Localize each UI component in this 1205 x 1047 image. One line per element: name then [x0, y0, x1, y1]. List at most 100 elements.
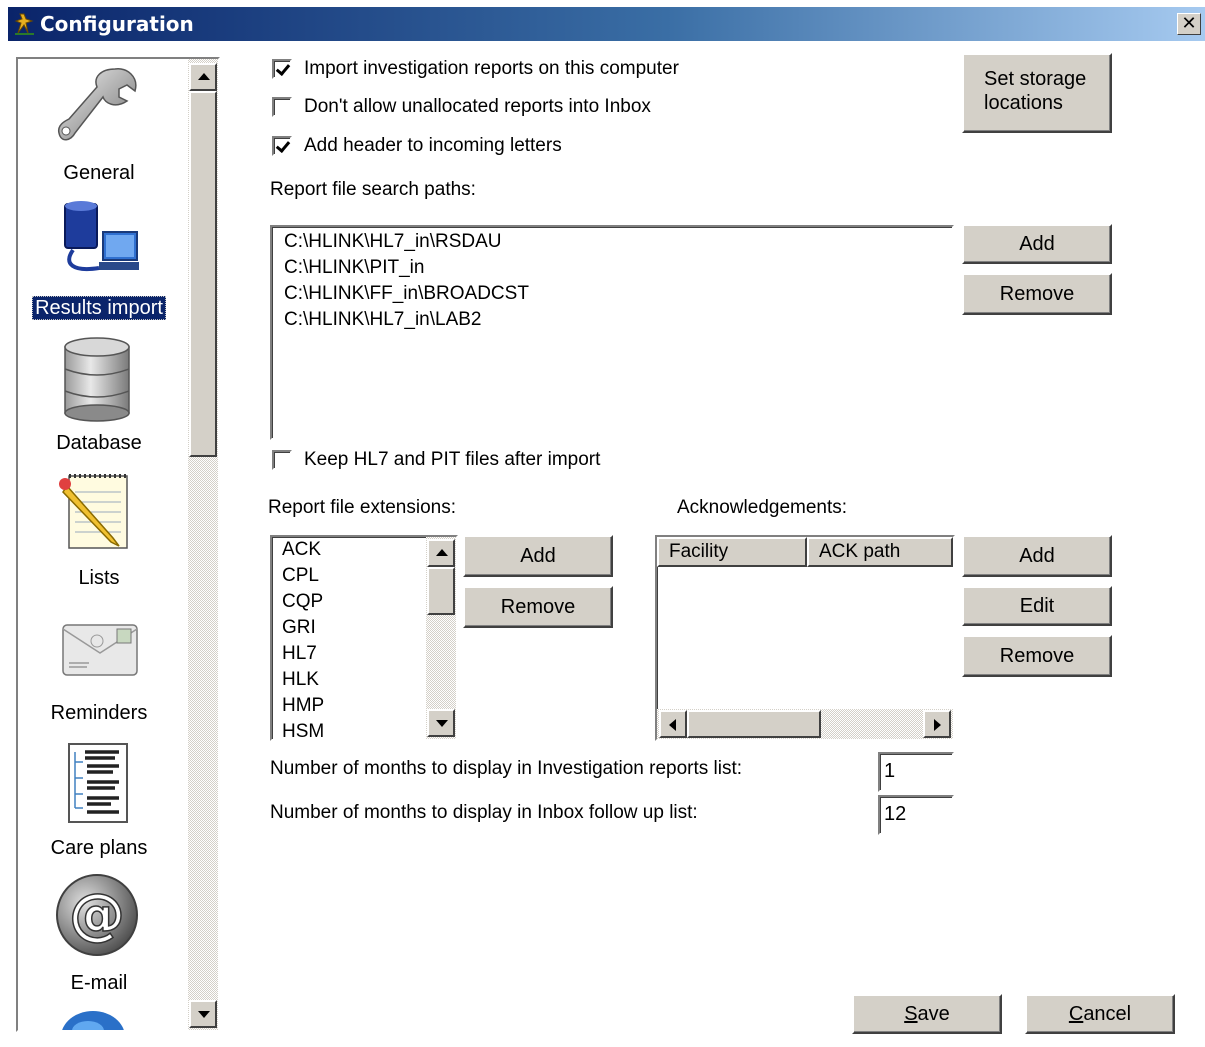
cancel-label-rest: ancel	[1083, 1002, 1132, 1025]
extensions-scrollbar[interactable]	[426, 537, 456, 739]
acknowledgements-table[interactable]: Facility ACK path	[655, 535, 955, 741]
close-icon: ✕	[1181, 13, 1197, 33]
search-path-item[interactable]: C:\HLINK\PIT_in	[284, 257, 424, 279]
scroll-right-button[interactable]	[923, 710, 951, 738]
import-reports-option[interactable]: Import investigation reports on this com…	[272, 56, 679, 82]
sidebar-item-results-import[interactable]: Results import	[18, 194, 188, 327]
search-paths-label: Report file search paths:	[270, 179, 476, 200]
add-extension-button[interactable]: Add	[463, 535, 613, 577]
cancel-accelerator: C	[1068, 1002, 1084, 1025]
sidebar-item-email[interactable]: @ E-mail	[18, 869, 188, 1002]
sidebar-item-care-plans[interactable]: Care plans	[18, 734, 188, 867]
app-logo-icon	[14, 13, 34, 35]
scroll-up-button[interactable]	[427, 539, 455, 567]
column-header-ack-path[interactable]: ACK path	[807, 537, 953, 567]
investigation-months-field[interactable]: 1	[878, 752, 954, 792]
no-unallocated-checkbox[interactable]	[272, 97, 292, 117]
sidebar-item-label: Results import	[18, 296, 180, 320]
extensions-label: Report file extensions:	[268, 497, 456, 518]
keep-files-checkbox[interactable]	[272, 450, 292, 470]
remove-acknowledgement-button[interactable]: Remove	[962, 635, 1112, 677]
remove-extension-button[interactable]: Remove	[463, 586, 613, 628]
extension-item[interactable]: CQP	[282, 591, 323, 613]
scroll-down-button[interactable]	[189, 1000, 217, 1028]
no-unallocated-option[interactable]: Don't allow unallocated reports into Inb…	[272, 94, 651, 120]
edit-acknowledgement-button[interactable]: Edit	[962, 586, 1112, 626]
computer-database-icon	[64, 201, 139, 271]
remove-search-path-button[interactable]: Remove	[962, 273, 1112, 315]
selected-label: Results import	[32, 296, 166, 320]
arrow-up-icon	[436, 549, 448, 556]
sidebar-item-label: Lists	[78, 567, 120, 589]
category-list: General Results import Database Lists Re…	[18, 59, 188, 1030]
at-sign-icon: @	[56, 874, 138, 956]
database-icon	[64, 337, 130, 422]
sidebar-scrollbar[interactable]	[188, 59, 218, 1030]
cancel-button[interactable]: Cancel	[1025, 994, 1175, 1034]
acknowledgements-label: Acknowledgements:	[677, 497, 848, 518]
set-storage-line1: Set storage	[984, 68, 1087, 90]
sidebar-item-lists[interactable]: Lists	[18, 464, 188, 597]
extension-item[interactable]: HMP	[282, 695, 324, 717]
sidebar-item-label: Care plans	[50, 837, 148, 859]
extension-item[interactable]: CPL	[282, 565, 319, 587]
sidebar-item-label: Reminders	[50, 702, 148, 724]
extension-item[interactable]: ACK	[282, 539, 321, 561]
save-accelerator: S	[904, 1002, 918, 1025]
arrow-right-icon	[934, 719, 941, 731]
extensions-list[interactable]: ACK CPL CQP GRI HL7 HLK HMP HSM	[270, 535, 458, 741]
save-label-rest: ave	[917, 1002, 950, 1025]
search-path-item[interactable]: C:\HLINK\HL7_in\LAB2	[284, 309, 482, 331]
sidebar-item-general[interactable]: General	[18, 59, 188, 192]
cancel-label: Cancel	[1069, 1003, 1131, 1026]
sidebar-item-reminders[interactable]: Reminders	[18, 599, 188, 732]
import-reports-checkbox[interactable]	[272, 59, 292, 79]
notepad-pencil-icon	[59, 474, 128, 549]
extension-item[interactable]: HSM	[282, 721, 324, 739]
no-unallocated-label: Don't allow unallocated reports into Inb…	[304, 96, 651, 117]
extension-item[interactable]: HLK	[282, 669, 319, 691]
document-tree-icon	[68, 743, 128, 823]
import-reports-label: Import investigation reports on this com…	[304, 58, 679, 79]
add-header-checkbox[interactable]	[272, 136, 292, 156]
search-path-item[interactable]: C:\HLINK\FF_in\BROADCST	[284, 283, 529, 305]
acknowledgements-hscrollbar[interactable]	[657, 709, 953, 739]
window-title: Configuration	[40, 12, 194, 36]
title-bar: Configuration ✕	[8, 7, 1205, 41]
sidebar-item-database[interactable]: Database	[18, 329, 188, 462]
investigation-months-label: Number of months to display in Investiga…	[270, 758, 743, 779]
close-button[interactable]: ✕	[1177, 13, 1201, 35]
scroll-down-button[interactable]	[427, 709, 455, 737]
add-acknowledgement-button[interactable]: Add	[962, 535, 1112, 577]
keep-files-option[interactable]: Keep HL7 and PIT files after import	[272, 447, 600, 473]
extension-item[interactable]: HL7	[282, 643, 317, 665]
arrow-up-icon	[198, 73, 210, 80]
globe-icon[interactable]	[58, 1007, 128, 1030]
svg-text:@: @	[69, 882, 125, 947]
scroll-thumb[interactable]	[687, 710, 821, 738]
arrow-down-icon	[198, 1011, 210, 1018]
inbox-months-label: Number of months to display in Inbox fol…	[270, 802, 698, 823]
arrow-left-icon	[669, 719, 676, 731]
extension-item[interactable]: GRI	[282, 617, 316, 639]
scroll-left-button[interactable]	[659, 710, 687, 738]
keep-files-label: Keep HL7 and PIT files after import	[304, 449, 601, 470]
scroll-thumb[interactable]	[427, 567, 455, 615]
sidebar-item-label: E-mail	[70, 972, 128, 994]
inbox-months-field[interactable]: 12	[878, 795, 954, 835]
wrench-icon	[57, 68, 137, 141]
scroll-thumb[interactable]	[189, 91, 217, 457]
add-header-option[interactable]: Add header to incoming letters	[272, 133, 562, 159]
sidebar-item-label: General	[63, 162, 135, 184]
add-search-path-button[interactable]: Add	[962, 224, 1112, 264]
column-header-facility[interactable]: Facility	[657, 537, 807, 567]
set-storage-button[interactable]: Set storage locations	[962, 53, 1112, 133]
add-header-label: Add header to incoming letters	[304, 135, 562, 156]
save-label: Save	[904, 1003, 950, 1026]
search-paths-list[interactable]: C:\HLINK\HL7_in\RSDAU C:\HLINK\PIT_in C:…	[270, 225, 954, 440]
save-button[interactable]: Save	[852, 994, 1002, 1034]
set-storage-line2: locations	[984, 92, 1063, 114]
search-path-item[interactable]: C:\HLINK\HL7_in\RSDAU	[284, 231, 502, 253]
scroll-up-button[interactable]	[189, 63, 217, 91]
category-sidebar: General Results import Database Lists Re…	[16, 57, 220, 1032]
